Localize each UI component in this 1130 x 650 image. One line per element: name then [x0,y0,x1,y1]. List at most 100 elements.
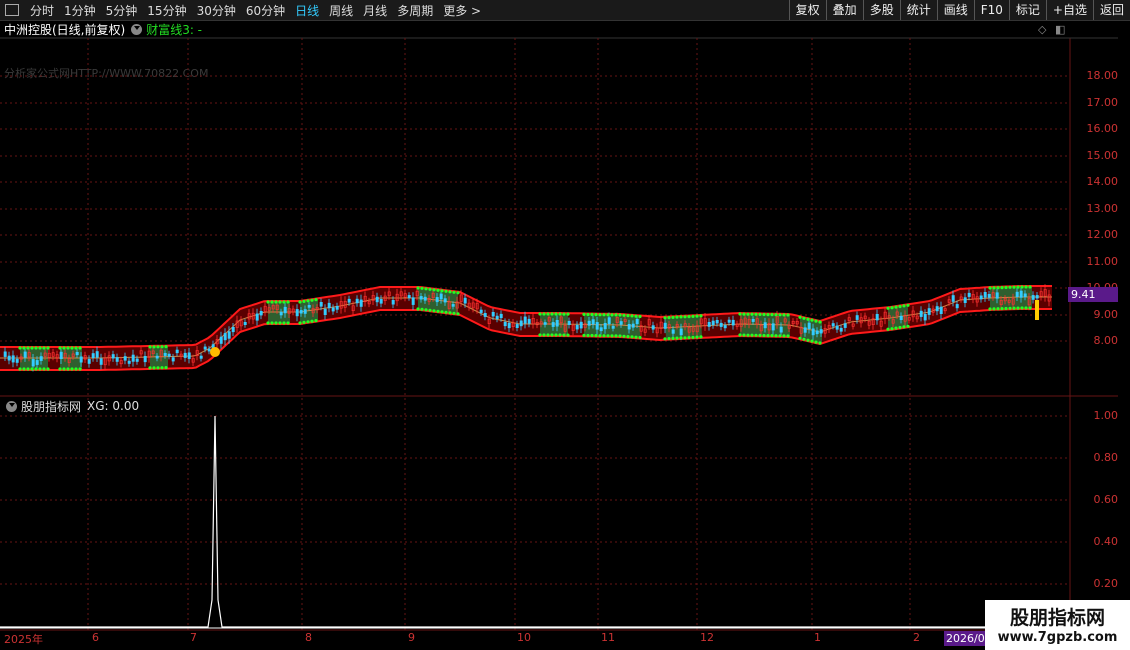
candle-body [1015,291,1019,298]
candle-body [23,351,27,358]
signal-dot [683,336,687,340]
candle-body [307,304,311,308]
signal-dot [766,334,770,338]
candle-body [527,318,531,324]
candle-body [223,333,227,341]
signal-dot [160,366,164,370]
signal-dot [814,340,818,344]
candle-body [135,358,139,362]
candle-body [967,292,971,297]
candle-body [123,356,127,361]
price-tick: 13.00 [1086,202,1119,215]
signal-dot [818,320,822,324]
candle-body [439,293,443,300]
signal-dot [416,286,420,290]
signal-dot [758,312,762,316]
signal-dot [282,300,286,304]
candle-body [279,311,283,316]
signal-dot [996,307,1000,311]
candle-body [451,304,455,307]
candle-body [499,313,503,319]
signal-dot [1028,306,1032,310]
signal-dot [996,286,1000,290]
signal-dot [818,341,822,345]
sub-indicator-menu-icon[interactable] [6,400,17,412]
candle-body [983,291,987,298]
signal-dot [30,367,34,371]
signal-dot [302,299,306,303]
candle-body [839,327,843,332]
signal-dot [302,320,306,324]
signal-dot [266,321,270,325]
candle-body [955,304,959,309]
price-tick: 12.00 [1086,228,1119,241]
candle-body [435,297,439,303]
signal-dot [456,291,460,295]
date-label: 11 [601,631,615,644]
candle-body [423,296,427,301]
signal-dot [1024,306,1028,310]
signal-dot [554,312,558,316]
brand-logo: 股朋指标网 www.7gpzb.com [985,600,1130,650]
signal-dot [754,333,758,337]
last-candle [1035,300,1039,320]
signal-dot [152,345,156,349]
candle-body [7,355,11,361]
candle-body [927,308,931,315]
signal-dot [78,346,82,350]
signal-dot [42,346,46,350]
signal-dot [679,336,683,340]
candle-body [87,358,91,364]
signal-dot [270,300,274,304]
candle-body [91,353,95,358]
candle-body [3,351,7,357]
signal-dot [452,290,456,294]
candle-body [507,322,511,329]
candle-body [283,306,287,314]
candle-body [579,321,583,329]
signal-dot [148,366,152,370]
price-tick: 15.00 [1086,149,1119,162]
signal-dot [38,346,42,350]
signal-dot [428,308,432,312]
signal-dot [786,313,790,317]
candle-body [183,352,187,358]
signal-dot [638,314,642,319]
candle-body [167,353,171,357]
candle-body [963,297,967,304]
signal-dot [602,334,606,338]
signal-dot [778,313,782,317]
candle-body [567,320,571,326]
sub-indicator-name[interactable]: 股朋指标网 [21,398,81,415]
signal-dot [456,312,460,316]
candle-body [819,329,823,334]
candle-body [523,316,527,324]
candle-body [1035,295,1039,299]
signal-dot [667,337,671,341]
candle-body [671,329,675,334]
candle-body [463,297,467,304]
signal-dot [671,315,675,319]
signal-dot [766,313,770,317]
signal-dot [691,335,695,339]
signal-dot [638,335,642,340]
candle-body [79,356,83,363]
signal-dot [786,334,790,338]
signal-dot [286,300,290,304]
candle-body [95,351,99,358]
candle-body [719,322,723,327]
kline-chart[interactable] [0,0,1130,650]
candle-body [835,325,839,330]
signal-dot [590,312,594,317]
signal-dot [448,311,452,315]
price-tick: 18.00 [1086,69,1119,82]
signal-dot [282,321,286,325]
signal-dot [762,312,766,317]
signal-dot [298,300,302,304]
signal-dot [750,312,754,316]
candle-body [355,298,359,304]
candle-body [663,322,667,329]
candle-body [231,326,235,333]
candle-body [899,315,903,321]
signal-dot [42,367,46,371]
